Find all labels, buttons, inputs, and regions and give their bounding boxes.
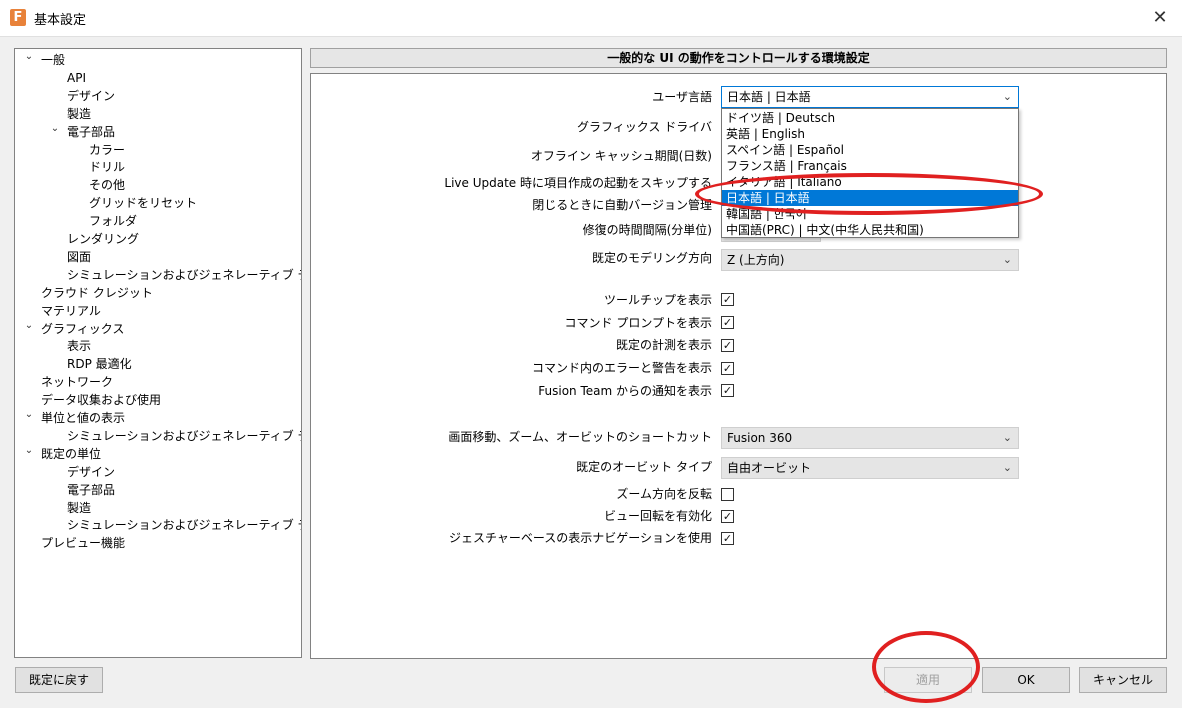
fusion-team-label: Fusion Team からの通知を表示 xyxy=(538,384,712,398)
user-language-select[interactable]: 日本語 | 日本語 ⌄ xyxy=(721,86,1019,108)
tree-item[interactable]: API xyxy=(67,69,86,87)
tree-item[interactable]: プレビュー機能 xyxy=(41,534,125,552)
language-option[interactable]: 韓国語 | 한국어 xyxy=(722,206,1018,222)
tooltip-checkbox[interactable]: ✓ xyxy=(721,293,734,306)
tree-item[interactable]: 既定の単位 xyxy=(41,445,101,463)
shortcut-value: Fusion 360 xyxy=(727,431,793,445)
tree-item[interactable]: デザイン xyxy=(67,87,115,105)
chevron-down-icon: ⌄ xyxy=(1002,90,1012,103)
tree-item[interactable]: その他 xyxy=(89,176,125,194)
measure-label: 既定の計測を表示 xyxy=(615,338,712,352)
tree-item[interactable]: 電子部品 xyxy=(67,123,115,141)
fusion-app-icon: F xyxy=(10,9,26,26)
view-rotate-checkbox[interactable]: ✓ xyxy=(721,510,734,523)
title-bar: F 基本設定 ✕ xyxy=(0,0,1182,37)
recovery-interval-label: 修復の時間間隔(分単位) xyxy=(582,223,712,237)
chevron-down-icon[interactable]: ⌄ xyxy=(24,409,34,427)
chevron-down-icon[interactable]: ⌄ xyxy=(50,123,60,141)
tree-item[interactable]: マテリアル xyxy=(41,302,101,320)
chevron-down-icon: ⌄ xyxy=(1002,431,1012,444)
view-rotate-label: ビュー回転を有効化 xyxy=(603,509,712,523)
tree-item[interactable]: シミュレーションおよびジェネレーティブ デザイン xyxy=(67,266,301,284)
tree-item[interactable]: 単位と値の表示 xyxy=(41,409,125,427)
modeling-direction-select[interactable]: Z (上方向) ⌄ xyxy=(721,249,1019,271)
command-errors-checkbox[interactable]: ✓ xyxy=(721,362,734,375)
tree-item[interactable]: 図面 xyxy=(67,248,91,266)
fusion-team-checkbox[interactable]: ✓ xyxy=(721,384,734,397)
language-dropdown-list[interactable]: ドイツ語 | Deutsch 英語 | English スペイン語 | Españo… xyxy=(721,108,1019,238)
tree-item[interactable]: RDP 最適化 xyxy=(67,355,132,373)
tree-item[interactable]: 一般 xyxy=(41,51,65,69)
measure-checkbox[interactable]: ✓ xyxy=(721,339,734,352)
close-icon[interactable]: ✕ xyxy=(1148,6,1172,30)
tree-item[interactable]: データ収集および使用 xyxy=(41,391,161,409)
tree-item[interactable]: グリッドをリセット xyxy=(89,194,197,212)
tree-item[interactable]: シミュレーションおよびジェネレーティブ デザイン xyxy=(67,427,301,445)
user-language-value: 日本語 | 日本語 xyxy=(727,90,811,104)
tree-item[interactable]: クラウド クレジット xyxy=(41,284,153,302)
ok-button[interactable]: OK xyxy=(982,667,1070,693)
tree-item[interactable]: 製造 xyxy=(67,105,91,123)
command-errors-label: コマンド内のエラーと警告を表示 xyxy=(531,361,712,375)
cancel-button[interactable]: キャンセル xyxy=(1079,667,1167,693)
live-update-label: Live Update 時に項目作成の起動をスキップする xyxy=(444,176,712,190)
modeling-direction-value: Z (上方向) xyxy=(727,253,785,267)
tree-item[interactable]: レンダリング xyxy=(67,230,139,248)
tree-item[interactable]: シミュレーションおよびジェネレーティブ デザイン xyxy=(67,516,301,534)
graphics-driver-label: グラフィックス ドライバ xyxy=(577,120,712,134)
gesture-nav-checkbox[interactable]: ✓ xyxy=(721,532,734,545)
tree-item[interactable]: カラー xyxy=(89,141,125,159)
offline-cache-label: オフライン キャッシュ期間(日数) xyxy=(530,149,712,163)
language-option[interactable]: 英語 | English xyxy=(722,126,1018,142)
language-option[interactable]: 中国語(PRC) | 中文(中华人民共和国) xyxy=(722,222,1018,238)
preferences-tree[interactable]: ⌄ 一般 API デザイン 製造 ⌄ 電子部品 カラー ドリル その他 グリッドをリセット フォルダレ… xyxy=(14,48,302,658)
language-option[interactable]: イタリア語 | Italiano xyxy=(722,174,1018,190)
tooltip-label: ツールチップを表示 xyxy=(603,293,712,307)
shortcut-select[interactable]: Fusion 360 ⌄ xyxy=(721,427,1019,449)
tree-item[interactable]: 電子部品 xyxy=(67,481,115,499)
zoom-reverse-checkbox[interactable] xyxy=(721,488,734,501)
user-language-label: ユーザ言語 xyxy=(652,90,712,104)
chevron-down-icon: ⌄ xyxy=(1002,253,1012,266)
apply-button[interactable]: 適用 xyxy=(884,667,972,693)
gesture-nav-label: ジェスチャーベースの表示ナビゲーションを使用 xyxy=(448,531,712,545)
orbit-type-value: 自由オービット xyxy=(727,461,812,475)
tree-item[interactable]: グラフィックス xyxy=(41,320,124,338)
chevron-down-icon[interactable]: ⌄ xyxy=(24,445,34,463)
shortcut-label: 画面移動、ズーム、オービットのショートカット xyxy=(448,430,712,444)
reset-defaults-button[interactable]: 既定に戻す xyxy=(15,667,103,693)
tree-item[interactable]: デザイン xyxy=(67,463,115,481)
language-option[interactable]: フランス語 | Français xyxy=(722,158,1018,174)
section-header: 一般的な UI の動作をコントロールする環境設定 xyxy=(310,48,1167,68)
language-option[interactable]: 日本語 | 日本語 xyxy=(722,190,1018,206)
orbit-type-label: 既定のオービット タイプ xyxy=(576,460,712,474)
tree-item[interactable]: 表示 xyxy=(67,337,91,355)
language-option[interactable]: スペイン語 | Español xyxy=(722,142,1018,158)
window-title: 基本設定 xyxy=(34,13,87,28)
language-option[interactable]: ドイツ語 | Deutsch xyxy=(722,110,1018,126)
tree-item[interactable]: ドリル xyxy=(89,158,125,176)
chevron-down-icon[interactable]: ⌄ xyxy=(24,51,34,69)
zoom-reverse-label: ズーム方向を反転 xyxy=(616,487,712,501)
close-version-label: 閉じるときに自動バージョン管理 xyxy=(532,198,712,212)
chevron-down-icon: ⌄ xyxy=(1002,461,1012,474)
tree-item[interactable]: 製造 xyxy=(67,499,91,517)
chevron-down-icon[interactable]: ⌄ xyxy=(24,320,34,338)
command-prompt-checkbox[interactable]: ✓ xyxy=(721,316,734,329)
tree-item[interactable]: ネットワーク xyxy=(41,373,113,391)
tree-item[interactable]: フォルダ xyxy=(89,212,137,230)
command-prompt-label: コマンド プロンプトを表示 xyxy=(564,316,712,330)
modeling-direction-label: 既定のモデリング方向 xyxy=(591,251,712,265)
orbit-type-select[interactable]: 自由オービット ⌄ xyxy=(721,457,1019,479)
